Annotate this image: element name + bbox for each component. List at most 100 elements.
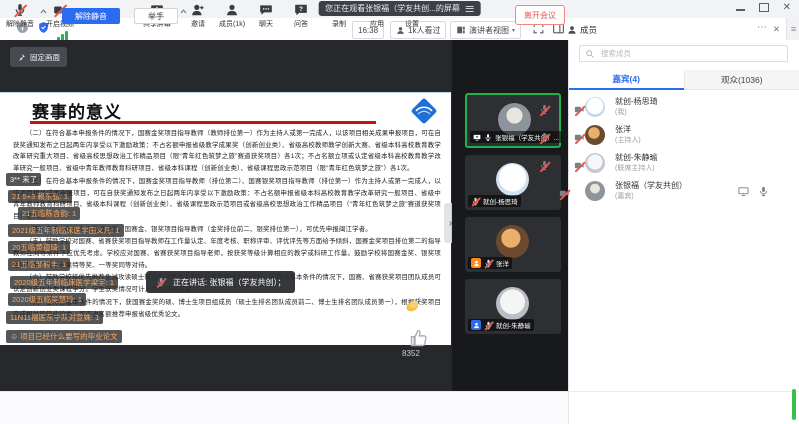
collapse-strip-handle[interactable]: › bbox=[444, 203, 452, 243]
member-role: (联席主持人) bbox=[615, 163, 655, 173]
member-role: (我) bbox=[615, 107, 627, 117]
cohost-badge bbox=[471, 320, 481, 330]
pin-icon bbox=[17, 53, 26, 62]
screen-share-icon bbox=[473, 133, 481, 142]
banner-menu-icon[interactable] bbox=[466, 4, 474, 13]
tile-label: 张洋 bbox=[468, 257, 512, 269]
camera-muted-icon[interactable] bbox=[574, 160, 585, 171]
video-strip: 张银福（学友共创）... 就创-杨思琦 张洋 bbox=[452, 40, 568, 391]
panel-more-icon[interactable]: ⋯ bbox=[757, 22, 767, 33]
member-row[interactable]: 就创-杨思琦 (我) bbox=[569, 93, 799, 121]
mic-muted-icon[interactable] bbox=[539, 160, 550, 171]
view-mode-selector[interactable]: 演讲者视图 ▾ bbox=[450, 21, 521, 39]
avatar bbox=[585, 153, 605, 173]
close-button[interactable]: ✕ bbox=[783, 3, 791, 13]
like-count: 8352 bbox=[402, 349, 420, 358]
bullet-comment-text: 项目已经什么要写的毕业论文 bbox=[20, 332, 118, 341]
record-label: 录制 bbox=[332, 19, 346, 29]
mic-on-icon[interactable] bbox=[758, 186, 769, 197]
panel-unmute-button[interactable]: 解除静音 bbox=[62, 8, 120, 24]
tile-name: 就创-杨思琦 bbox=[483, 196, 518, 206]
mic-muted-icon[interactable] bbox=[539, 104, 550, 115]
bullet-comment: 21 5+3 赖东弘: 1 bbox=[8, 190, 72, 203]
view-mode-label: 演讲者视图 bbox=[469, 25, 509, 36]
bullet-comment: 3** 来了 bbox=[6, 173, 41, 186]
invite-label: 邀请 bbox=[191, 19, 205, 29]
doc-paragraph: （五）鼓励学校对国赛、省赛获奖项目指导教师在工作量认定、年度考核、职称评审、评优… bbox=[13, 236, 441, 271]
qa-label: 问答 bbox=[294, 19, 308, 29]
search-icon bbox=[585, 49, 595, 59]
title-underline bbox=[30, 121, 376, 124]
watching-banner-text: 您正在观看张银福（学友共创...的屏幕 bbox=[325, 3, 460, 14]
avatar bbox=[496, 225, 529, 258]
doc-paragraph: （二）在符合基本申报条件的情况下，国赛金奖项目指导教师（教师排位第一）作为主持人… bbox=[13, 128, 441, 175]
member-name: 就创-朱静瑜 bbox=[615, 152, 658, 163]
video-tile-zhujingyu[interactable]: 就创-朱静瑜 bbox=[465, 279, 561, 334]
thumbs-up-button[interactable] bbox=[408, 328, 429, 349]
minimize-button[interactable] bbox=[736, 9, 745, 11]
member-search-box[interactable] bbox=[579, 45, 788, 62]
members-header-icon bbox=[567, 25, 577, 35]
tile-label: 就创-杨思琦 bbox=[468, 195, 521, 207]
restore-button[interactable] bbox=[759, 3, 769, 12]
bullet-comment: 2020级五临吴慧玲: 1 bbox=[8, 293, 86, 306]
svg-text:?: ? bbox=[299, 6, 303, 13]
panel-footer bbox=[568, 391, 799, 424]
member-name: 就创-杨思琦 bbox=[615, 96, 658, 107]
avatar bbox=[496, 287, 529, 320]
tile-name: 就创-朱静瑜 bbox=[496, 320, 531, 330]
green-indicator-bar bbox=[792, 389, 796, 420]
settings-label: 设置 bbox=[405, 19, 419, 29]
pin-screen-label: 固定画面 bbox=[30, 52, 60, 63]
app-window: 您正在观看张银福（学友共创...的屏幕 ✕ 16:38 1k人看过 演讲者视图 … bbox=[0, 0, 799, 424]
bullet-comment: 21五临陈含韵: 1 bbox=[18, 207, 80, 220]
panel-handle-icon[interactable]: ≡ bbox=[786, 18, 799, 40]
video-tile-zhangyang[interactable]: 张洋 bbox=[465, 217, 561, 272]
tab-audience[interactable]: 观众(1036) bbox=[684, 70, 799, 90]
member-tabs: 嘉宾(4) 观众(1036) bbox=[569, 70, 799, 90]
member-role: (嘉宾) bbox=[615, 191, 634, 201]
document-title: 赛事的意义 bbox=[32, 98, 122, 123]
person-plus-icon bbox=[191, 3, 205, 17]
member-row[interactable]: 张洋 (主持人) bbox=[569, 121, 799, 149]
leave-meeting-button[interactable]: 离开会议 bbox=[515, 5, 565, 25]
bullet-comment: 20五临黄蕴琦: 1 bbox=[8, 241, 70, 254]
member-name: 张洋 bbox=[615, 124, 631, 135]
panel-close-icon[interactable]: ✕ bbox=[773, 24, 780, 35]
mic-on-icon bbox=[484, 133, 492, 142]
tile-name: 张洋 bbox=[496, 258, 509, 268]
camera-muted-icon[interactable] bbox=[574, 132, 585, 143]
mic-muted-icon bbox=[156, 277, 166, 287]
screen-share-icon[interactable] bbox=[738, 186, 749, 197]
bullet-comment: 2021级五年制临床医学田义凡: 1 bbox=[8, 224, 124, 237]
member-row[interactable]: 就创-朱静瑜 (联席主持人) bbox=[569, 149, 799, 177]
person-icon bbox=[225, 3, 239, 17]
members-panel: 嘉宾(4) 观众(1036) 就创-杨思琦 (我) 张洋 (主持人) bbox=[568, 40, 799, 391]
mic-muted-icon[interactable] bbox=[539, 132, 550, 143]
camera-muted-icon[interactable] bbox=[559, 188, 570, 199]
speaking-toast: 正在讲话: 张银福（学友共创）； bbox=[146, 271, 295, 293]
chat-icon bbox=[259, 3, 273, 17]
avatar bbox=[585, 97, 605, 117]
mic-muted-icon bbox=[13, 3, 27, 17]
search-input[interactable] bbox=[599, 48, 782, 59]
member-role: (主持人) bbox=[615, 135, 641, 145]
camera-muted-icon[interactable] bbox=[574, 104, 585, 115]
mic-muted-icon bbox=[484, 259, 493, 268]
avatar bbox=[585, 125, 605, 145]
question-icon: ? bbox=[294, 3, 308, 17]
avatar bbox=[496, 163, 529, 196]
contest-logo bbox=[407, 96, 441, 126]
layout-icon bbox=[456, 25, 466, 35]
pin-screen-button[interactable]: 固定画面 bbox=[10, 47, 67, 67]
bullet-comment: 2020级五年制临床医学梁宇: 1 bbox=[10, 276, 118, 289]
members-panel-title: 成员 bbox=[580, 24, 597, 36]
chevron-down-icon: ▾ bbox=[512, 27, 515, 34]
host-badge bbox=[471, 258, 481, 268]
tab-guests[interactable]: 嘉宾(4) bbox=[569, 70, 684, 90]
member-row[interactable]: 张银福（学友共创） (嘉宾) bbox=[569, 177, 799, 205]
raise-hand-button[interactable]: 举手 bbox=[134, 8, 178, 24]
mic-muted-icon bbox=[471, 197, 480, 206]
clap-emoji bbox=[404, 296, 422, 314]
apps-label: 应用 bbox=[370, 19, 384, 29]
